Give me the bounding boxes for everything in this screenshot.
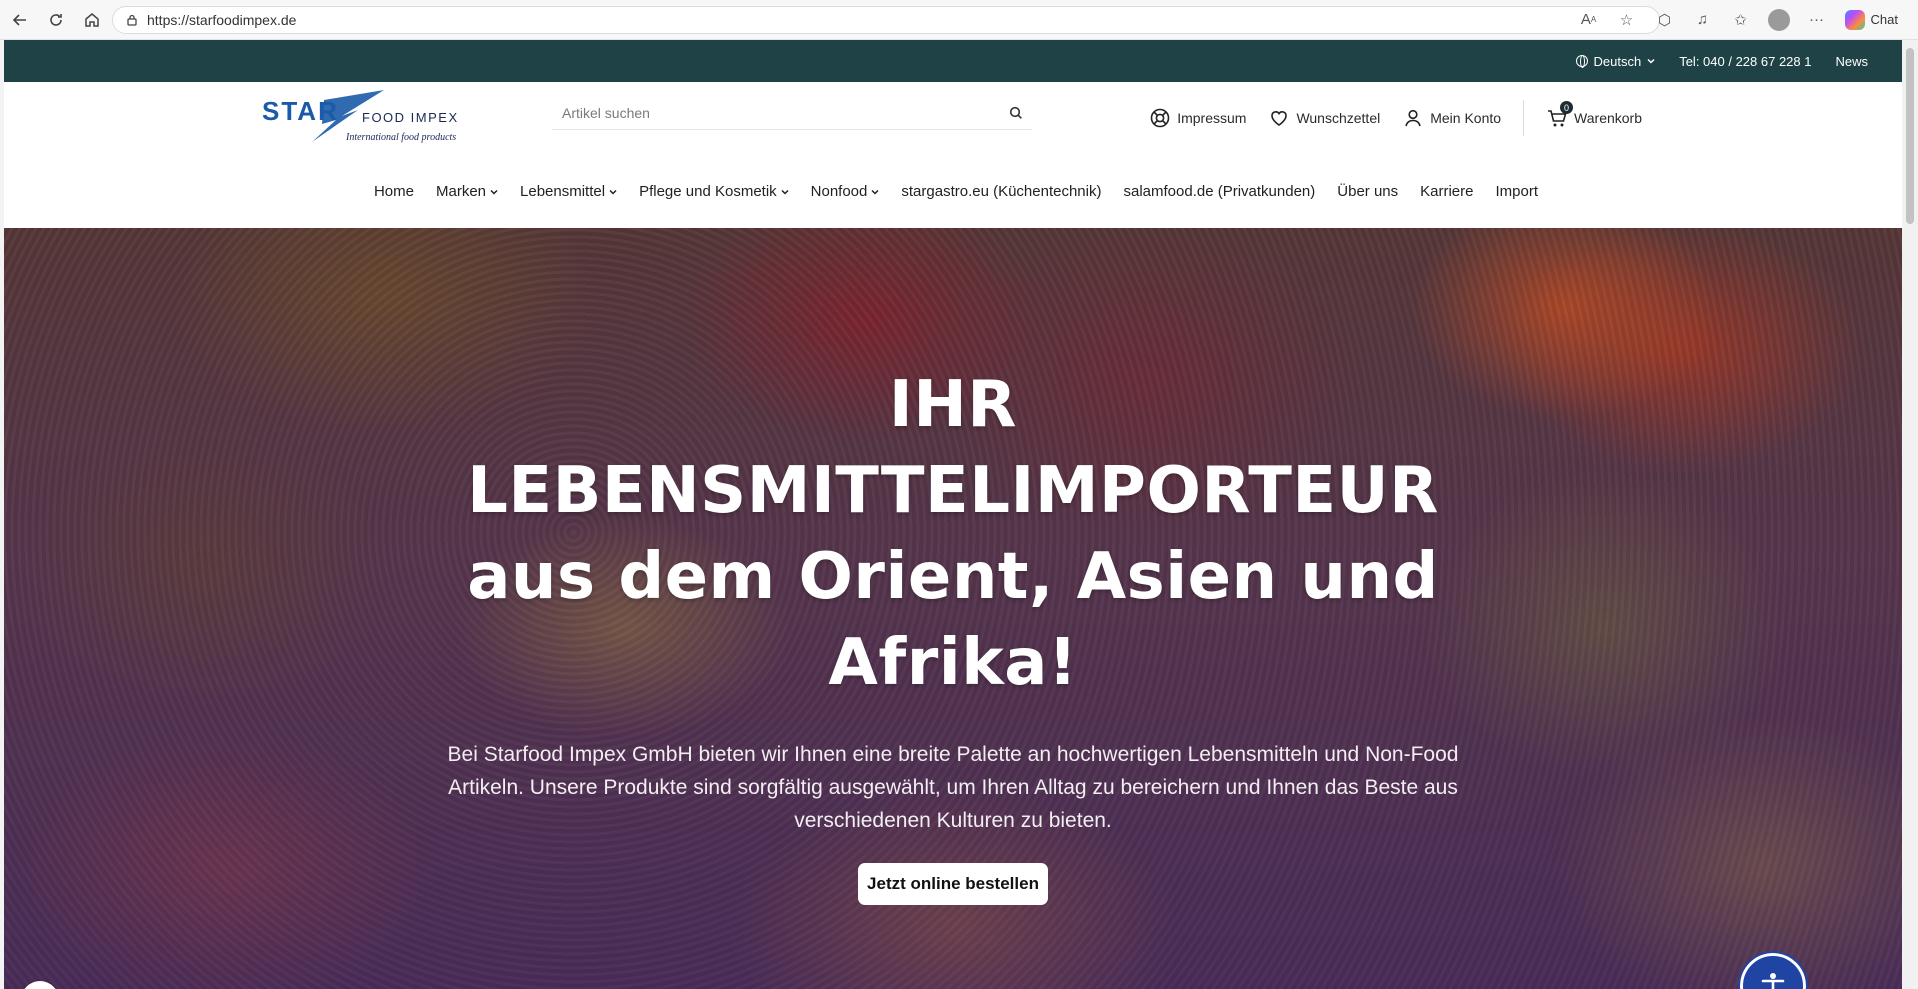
- accessibility-button[interactable]: [1738, 951, 1808, 989]
- phone-number[interactable]: Tel: 040 / 228 67 228 1: [1679, 54, 1811, 69]
- svg-text:FOOD IMPEX: FOOD IMPEX: [362, 110, 459, 125]
- profile-avatar[interactable]: [1763, 4, 1795, 36]
- hero-title: IHR LEBENSMITTELIMPORTEUR aus dem Orient…: [467, 368, 1439, 700]
- scrollbar-thumb[interactable]: [1906, 48, 1914, 224]
- chevron-down-icon: [781, 189, 789, 195]
- web-page: Deutsch Tel: 040 / 228 67 228 1 News STA…: [4, 40, 1902, 989]
- nav-label: Karriere: [1420, 183, 1474, 200]
- chevron-down-icon: [490, 189, 498, 195]
- nav-label: stargastro.eu (Küchentechnik): [901, 183, 1102, 200]
- site-header: STAR FOOD IMPEX International food produ…: [4, 82, 1902, 155]
- svg-text:International food products: International food products: [345, 132, 456, 143]
- cart-label: Warenkorb: [1574, 110, 1642, 126]
- search-bar: [552, 96, 1032, 130]
- nav-label: Marken: [435, 183, 487, 200]
- nav-label: Nonfood: [810, 183, 868, 200]
- favorite-star-icon[interactable]: ☆: [1611, 4, 1643, 36]
- user-icon: [1405, 109, 1421, 127]
- hero-banner: IHR LEBENSMITTELIMPORTEUR aus dem Orient…: [4, 228, 1902, 989]
- site-logo[interactable]: STAR FOOD IMPEX International food produ…: [262, 90, 472, 150]
- nav-item-import[interactable]: Import: [1496, 183, 1539, 200]
- nav-label: Lebensmittel: [520, 183, 606, 200]
- nav-item-marken[interactable]: Marken: [436, 183, 498, 200]
- lock-icon: [127, 14, 137, 26]
- nav-label: Import: [1495, 183, 1539, 200]
- copilot-chat-button[interactable]: Chat: [1839, 9, 1904, 30]
- favorites-icon[interactable]: ✩: [1725, 4, 1757, 36]
- nav-label: Pflege und Kosmetik: [639, 183, 777, 200]
- copilot-icon: [1844, 9, 1865, 30]
- address-bar[interactable]: https://starfoodimpex.de: [112, 6, 1660, 34]
- search-icon[interactable]: [1000, 97, 1032, 129]
- header-divider: [1523, 100, 1525, 136]
- nav-label: salamfood.de (Privatkunden): [1123, 183, 1316, 200]
- language-label: Deutsch: [1593, 53, 1642, 69]
- chevron-down-icon: [1647, 58, 1655, 64]
- nav-item-lebensmittel[interactable]: Lebensmittel: [520, 183, 617, 200]
- chevron-down-icon: [871, 189, 879, 195]
- nav-item-stargastro[interactable]: stargastro.eu (Küchentechnik): [901, 183, 1101, 200]
- nav-item-salamfood[interactable]: salamfood.de (Privatkunden): [1123, 183, 1315, 200]
- main-navigation: Home Marken Lebensmittel Pflege und Kosm…: [4, 155, 1902, 228]
- wishlist-link[interactable]: Wunschzettel: [1268, 107, 1380, 129]
- impressum-link[interactable]: Impressum: [1149, 107, 1246, 129]
- heart-icon: [1271, 111, 1288, 126]
- browser-essentials-icon[interactable]: ♫: [1687, 4, 1719, 36]
- chevron-down-icon: [609, 189, 617, 195]
- nav-item-home[interactable]: Home: [374, 183, 414, 200]
- lifebuoy-icon: [1150, 108, 1170, 128]
- search-input[interactable]: [562, 104, 1000, 121]
- nav-item-about[interactable]: Über uns: [1337, 183, 1398, 200]
- nav-item-karriere[interactable]: Karriere: [1420, 183, 1473, 200]
- account-label: Mein Konto: [1430, 110, 1502, 126]
- url-text: https://starfoodimpex.de: [147, 12, 297, 28]
- read-aloud-icon[interactable]: AA: [1573, 4, 1605, 36]
- more-options-icon[interactable]: ···: [1801, 4, 1833, 36]
- nav-item-nonfood[interactable]: Nonfood: [811, 183, 880, 200]
- chat-label: Chat: [1870, 12, 1898, 27]
- page-scrollbar[interactable]: [1902, 40, 1918, 989]
- account-link[interactable]: Mein Konto: [1402, 107, 1501, 129]
- reload-icon[interactable]: [40, 4, 72, 36]
- extensions-icon[interactable]: ⬡: [1649, 4, 1681, 36]
- back-icon[interactable]: [4, 4, 36, 36]
- hero-description: Bei Starfood Impex GmbH bieten wir Ihnen…: [447, 743, 1459, 832]
- nav-item-pflege[interactable]: Pflege und Kosmetik: [639, 183, 789, 200]
- order-online-button[interactable]: Jetzt online bestellen: [858, 863, 1048, 905]
- accessibility-icon: [1761, 973, 1785, 989]
- language-selector[interactable]: Deutsch: [1575, 53, 1656, 69]
- globe-icon: [1575, 55, 1588, 68]
- browser-toolbar: https://starfoodimpex.de AA ☆ ⬡ ♫ ✩ ··· …: [0, 0, 1918, 40]
- cart-count-badge: 0: [1560, 101, 1574, 114]
- top-info-bar: Deutsch Tel: 040 / 228 67 228 1 News: [4, 40, 1902, 82]
- nav-label: Home: [373, 183, 414, 200]
- cart-link[interactable]: 0 Warenkorb: [1546, 101, 1642, 129]
- news-link[interactable]: News: [1835, 54, 1868, 69]
- impressum-label: Impressum: [1177, 110, 1247, 126]
- nav-label: Über uns: [1337, 183, 1399, 200]
- cookie-settings-button[interactable]: [21, 981, 59, 989]
- home-icon[interactable]: [76, 4, 108, 36]
- wishlist-label: Wunschzettel: [1296, 110, 1381, 126]
